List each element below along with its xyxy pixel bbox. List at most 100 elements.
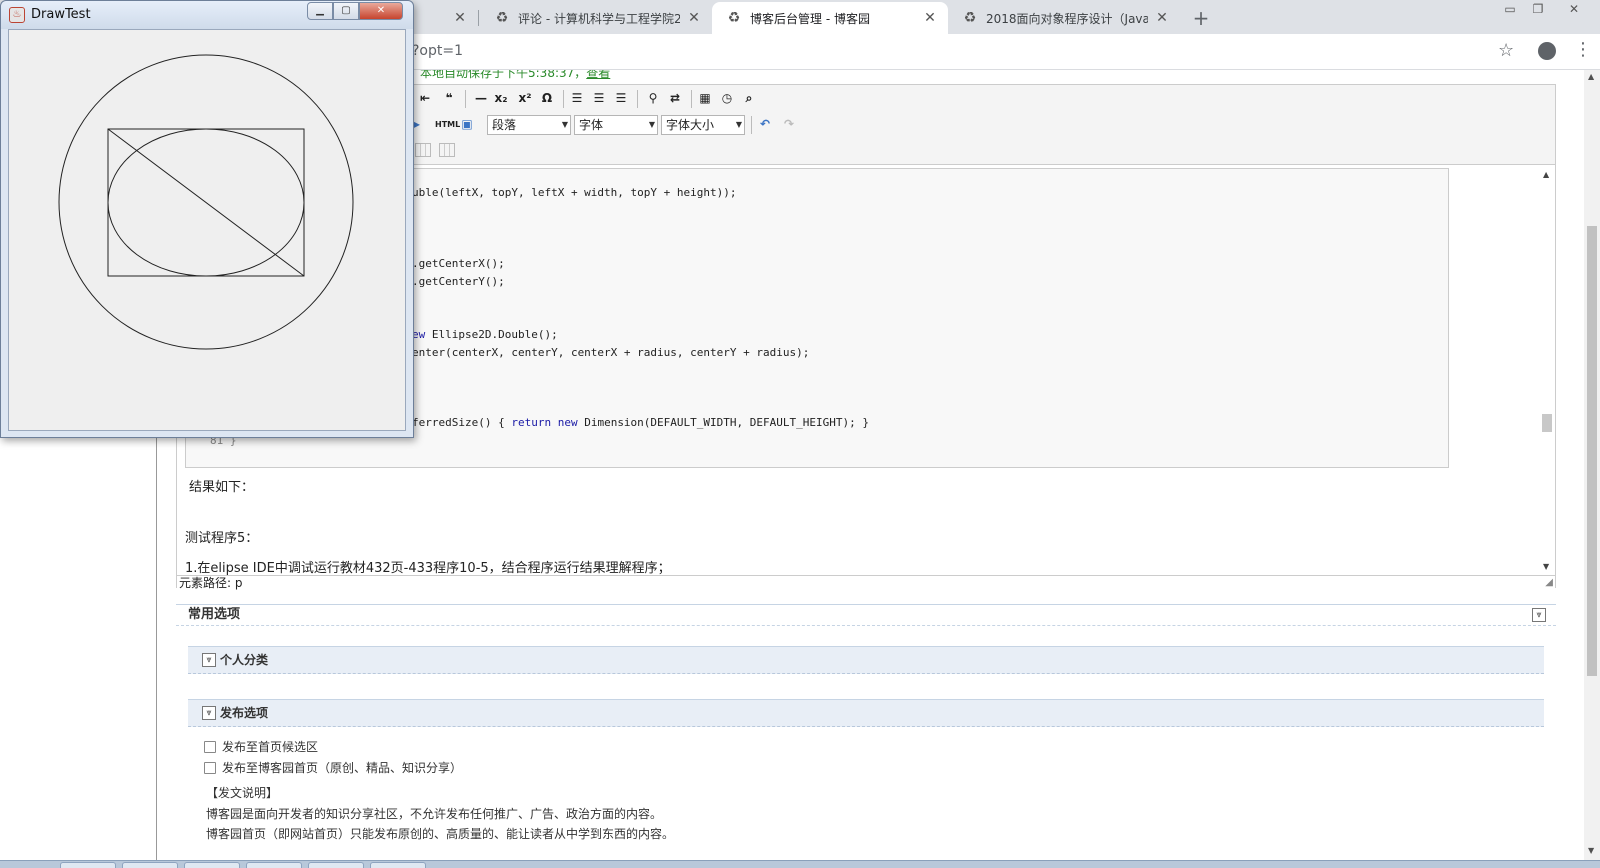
publish-homepage-checkbox[interactable] [204, 761, 216, 774]
publish-candidate-checkbox[interactable] [204, 740, 216, 753]
result-paragraph: 结果如下： [189, 480, 255, 495]
find-icon[interactable]: ⚲ [643, 89, 663, 109]
page-scrollbar[interactable]: ▲ ▼ [1584, 70, 1600, 860]
scrollbar-thumb[interactable] [1542, 414, 1552, 432]
autosave-notice: ）本地自动保存于下午5:38:37，查看 [408, 70, 610, 81]
align-left-icon[interactable]: ☰ [567, 89, 587, 109]
diagonal-line [107, 128, 305, 277]
personal-category-title: 个人分类 [220, 653, 269, 667]
drawtest-minimize-button[interactable]: ▁ [307, 2, 333, 20]
date-icon[interactable]: ▦ [695, 89, 715, 109]
publish-options-header[interactable]: 发布选项 [188, 699, 1544, 727]
font-size-select[interactable]: 字体大小 ▼ [661, 115, 745, 135]
drawing-surface [58, 54, 354, 350]
browser-menu-icon[interactable]: ⋮ [1574, 38, 1592, 62]
subscript-icon[interactable]: x₂ [491, 89, 511, 109]
element-path-bar: 元素路径: p [177, 575, 1555, 590]
blockquote-icon[interactable]: ❝ [439, 89, 459, 109]
fullscreen-icon[interactable]: ▣ [457, 115, 477, 135]
taskbar-item[interactable] [184, 862, 240, 868]
font-select[interactable]: 字体 ▼ [574, 115, 658, 135]
cnblogs-favicon-icon: ♻ [495, 10, 509, 26]
expand-icon[interactable]: ⩔ [202, 653, 216, 667]
browser-maximize-button[interactable]: ❐ [1524, 0, 1552, 18]
superscript-icon[interactable]: x² [515, 89, 535, 109]
paragraph-select-value: 段落 [492, 118, 517, 132]
toolbar-separator [751, 116, 752, 134]
collapse-icon[interactable]: ⩔ [1532, 608, 1546, 622]
outdent-icon[interactable]: ⇤ [415, 89, 435, 109]
drawtest-window: ♨ DrawTest ▁ ▢ ✕ [0, 0, 414, 438]
editor-scrollbar[interactable]: ▲ ▼ [1539, 166, 1555, 576]
autosave-view-link[interactable]: 查看 [586, 70, 610, 80]
drawtest-close-button[interactable]: ✕ [359, 2, 403, 20]
taskbar-item[interactable] [122, 862, 178, 868]
tab-title: 2018面向对象程序设计（Java） [986, 11, 1148, 26]
url-text[interactable]: ?opt=1 [412, 43, 463, 59]
scroll-down-icon[interactable]: ▼ [1588, 846, 1594, 855]
tab-title: 博客后台管理 - 博客园 [750, 11, 870, 26]
tab-close-icon[interactable]: ✕ [686, 10, 702, 26]
table-props-icon[interactable] [439, 143, 455, 157]
code-line: .getCenterX(); [412, 257, 505, 270]
align-right-icon[interactable]: ☰ [611, 89, 631, 109]
scroll-up-icon[interactable]: ▲ [1543, 170, 1549, 179]
scroll-down-icon[interactable]: ▼ [1543, 562, 1549, 571]
notice-line: 博客园首页（即网站首页）只能发布原创的、高质量的、能让读者从中学到东西的内容。 [206, 827, 675, 841]
taskbar-item[interactable] [370, 862, 426, 868]
browser-tab-blog-admin[interactable]: ♻ 博客后台管理 - 博客园 ✕ [712, 2, 948, 34]
code-line: ferredSize() { return new Dimension(DEFA… [412, 416, 869, 429]
drawtest-canvas [8, 29, 406, 431]
table-icon[interactable] [415, 143, 431, 157]
browser-tab-java-course[interactable]: ♻ 2018面向对象程序设计（Java） ✕ [948, 2, 1180, 34]
special-char-icon[interactable]: Ω [537, 89, 557, 109]
taskbar-item[interactable] [308, 862, 364, 868]
font-size-select-value: 字体大小 [666, 118, 715, 132]
new-tab-button[interactable]: + [1188, 6, 1214, 32]
tab-close-icon[interactable]: ✕ [1154, 10, 1170, 26]
time-icon[interactable]: ◷ [717, 89, 737, 109]
drawtest-titlebar[interactable]: ♨ DrawTest ▁ ▢ ✕ [1, 1, 413, 29]
tab-close-icon[interactable]: ✕ [452, 10, 468, 26]
scrollbar-thumb[interactable] [1587, 226, 1597, 676]
publish-homepage-checkbox-row[interactable]: 发布至博客园首页（原创、精品、知识分享） [204, 759, 462, 776]
replace-icon[interactable]: ⇄ [665, 89, 685, 109]
drawtest-title: DrawTest [31, 7, 91, 22]
font-select-value: 字体 [579, 118, 604, 132]
account-avatar-icon[interactable] [1538, 42, 1556, 60]
personal-category-header[interactable]: 个人分类 [188, 646, 1544, 674]
preview-icon[interactable]: ⌕ [739, 89, 759, 109]
drawtest-window-controls: ▁ ▢ ✕ [307, 2, 403, 20]
code-line: uble(leftX, topY, leftX + width, topY + … [412, 186, 737, 199]
cnblogs-favicon-icon: ♻ [963, 10, 977, 26]
browser-minimize-button[interactable]: ▭ [1496, 0, 1524, 18]
toolbar-separator [691, 90, 692, 108]
cnblogs-favicon-icon: ♻ [727, 10, 741, 26]
scroll-up-icon[interactable]: ▲ [1588, 72, 1594, 81]
toolbar-separator [637, 90, 638, 108]
publish-options-title: 发布选项 [220, 706, 269, 720]
test-item-paragraph: 1.在elipse IDE中调试运行教材432页-433程序10-5，结合程序运… [185, 561, 671, 576]
expand-icon[interactable]: ⩔ [202, 706, 216, 720]
checkbox-label: 发布至首页候选区 [222, 740, 319, 754]
browser-close-button[interactable]: ✕ [1560, 0, 1588, 18]
horizontal-rule-icon[interactable]: — [471, 89, 491, 109]
undo-icon[interactable]: ↶ [755, 115, 775, 135]
test-program-heading: 测试程序5： [185, 531, 259, 546]
code-line: .getCenterY(); [412, 275, 505, 288]
drawtest-maximize-button[interactable]: ▢ [333, 2, 359, 20]
publish-candidate-checkbox-row[interactable]: 发布至首页候选区 [204, 738, 318, 755]
common-options-header[interactable]: 常用选项 [176, 604, 1556, 626]
chevron-down-icon: ▼ [735, 120, 742, 129]
redo-icon: ↷ [783, 117, 795, 131]
bookmark-star-icon[interactable]: ☆ [1498, 40, 1514, 61]
paragraph-select[interactable]: 段落 ▼ [487, 115, 571, 135]
browser-tab-comments[interactable]: ♻ 评论 - 计算机科学与工程学院201 ✕ [480, 2, 712, 34]
taskbar-item[interactable] [60, 862, 116, 868]
taskbar-item[interactable] [246, 862, 302, 868]
code-line: enter(centerX, centerY, centerX + radius… [412, 346, 810, 359]
tab-close-icon[interactable]: ✕ [922, 10, 938, 26]
resize-handle-icon[interactable]: ◢ [1545, 577, 1553, 588]
align-center-icon[interactable]: ☰ [589, 89, 609, 109]
java-app-icon: ♨ [9, 7, 25, 23]
